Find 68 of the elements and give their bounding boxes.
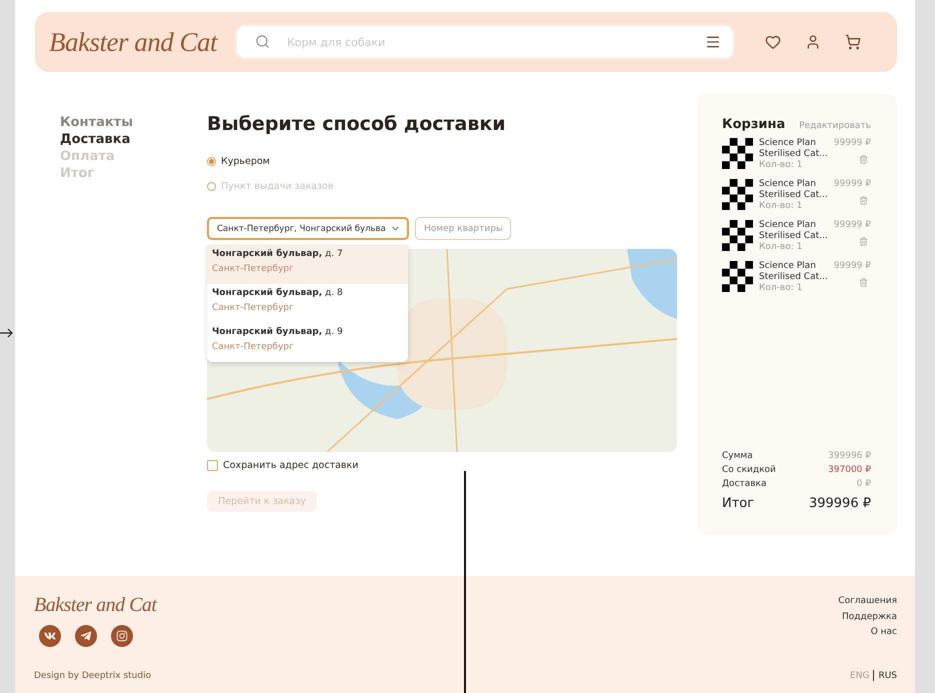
page-title: Выберите способ доставки [207, 113, 507, 135]
summary-value: 399996 ₽ [828, 451, 871, 461]
cart-icon[interactable] [845, 34, 861, 50]
instagram-icon[interactable] [111, 625, 133, 647]
address-option[interactable]: Чонгарский бульвар, д. 7 Санкт-Петербург [207, 245, 408, 284]
radio-label: Пункт выдачи заказов [221, 181, 334, 192]
arrow-icon [0, 328, 14, 338]
summary-label: Сумма [722, 451, 753, 461]
trash-icon[interactable] [859, 155, 868, 164]
telegram-icon[interactable] [75, 625, 97, 647]
summary-value: 0 ₽ [856, 479, 871, 489]
option-city: Санкт-Петербург [212, 303, 295, 313]
option-city: Санкт-Петербург [212, 264, 295, 274]
product-quantity: Кол-во: 1 [759, 283, 804, 294]
product-quantity: Кол-во: 1 [759, 201, 804, 212]
total-value: 399996 ₽ [808, 496, 871, 511]
option-city: Санкт-Петербург [212, 342, 295, 352]
checkerboard-thumbnail [722, 261, 753, 292]
option-street: Чонгарский бульвар, д. 9 [212, 327, 344, 337]
product-name: Science Plan [759, 261, 817, 272]
summary-label: Со скидкой [722, 465, 776, 475]
checkerboard-thumbnail [722, 220, 753, 251]
product-name: Science Plan [759, 179, 817, 190]
product-subtitle: Sterilised Cat... [759, 231, 828, 242]
summary-value: 397000 ₽ [828, 465, 871, 475]
checkout-step[interactable]: Контакты [60, 115, 207, 130]
radio-label: Курьером [221, 156, 270, 167]
logo[interactable]: Bakster and Cat [49, 26, 217, 58]
language-option[interactable]: RUS [878, 670, 897, 680]
product-name: Science Plan [759, 138, 817, 149]
checkout-step[interactable]: Доставка [60, 132, 207, 147]
checkbox[interactable] [207, 460, 218, 471]
checkbox-label: Сохранить адрес доставки [223, 460, 358, 471]
trash-icon[interactable] [859, 196, 868, 205]
product-quantity: Кол-во: 1 [759, 160, 804, 171]
heart-icon[interactable] [765, 34, 781, 50]
checkerboard-thumbnail [722, 179, 753, 210]
option-street: Чонгарский бульвар, д. 8 [212, 288, 344, 298]
product-quantity: Кол-во: 1 [759, 242, 804, 253]
summary-label: Доставка [722, 479, 766, 489]
total-label: Итог [722, 496, 754, 511]
option-street: Чонгарский бульвар, д. 7 [212, 249, 344, 259]
search-icon [255, 34, 270, 49]
address-option[interactable]: Чонгарский бульвар, д. 8 Санкт-Петербург [207, 284, 408, 323]
trash-icon[interactable] [859, 237, 868, 246]
cart-title: Корзина [722, 117, 786, 132]
checkerboard-thumbnail [722, 138, 753, 169]
footer-link[interactable]: Поддержка [842, 610, 897, 625]
product-name: Science Plan [759, 220, 817, 231]
credit-text: Design by Deeptrix studio [34, 671, 152, 681]
radio-button[interactable] [207, 157, 216, 166]
product-subtitle: Sterilised Cat... [759, 190, 828, 201]
vk-icon[interactable] [39, 625, 61, 647]
product-price: 99999 ₽ [834, 220, 871, 230]
apartment-field[interactable]: Номер квартиры [415, 217, 511, 240]
footer-link[interactable]: О нас [870, 625, 897, 640]
product-price: 99999 ₽ [834, 138, 871, 148]
menu-icon[interactable] [705, 34, 721, 50]
address-select[interactable]: Санкт-Петербург, Чонгарский бульва [207, 217, 409, 240]
footer-link[interactable]: Соглашения [838, 594, 897, 610]
product-subtitle: Sterilised Cat... [759, 149, 828, 160]
product-price: 99999 ₽ [834, 179, 871, 189]
product-subtitle: Sterilised Cat... [759, 272, 828, 283]
product-price: 99999 ₽ [834, 261, 871, 271]
trash-icon[interactable] [859, 278, 868, 287]
address-option[interactable]: Чонгарский бульвар, д. 9 Санкт-Петербург [207, 323, 408, 362]
user-icon[interactable] [805, 34, 821, 50]
footer-logo[interactable]: Bakster and Cat [34, 594, 156, 617]
